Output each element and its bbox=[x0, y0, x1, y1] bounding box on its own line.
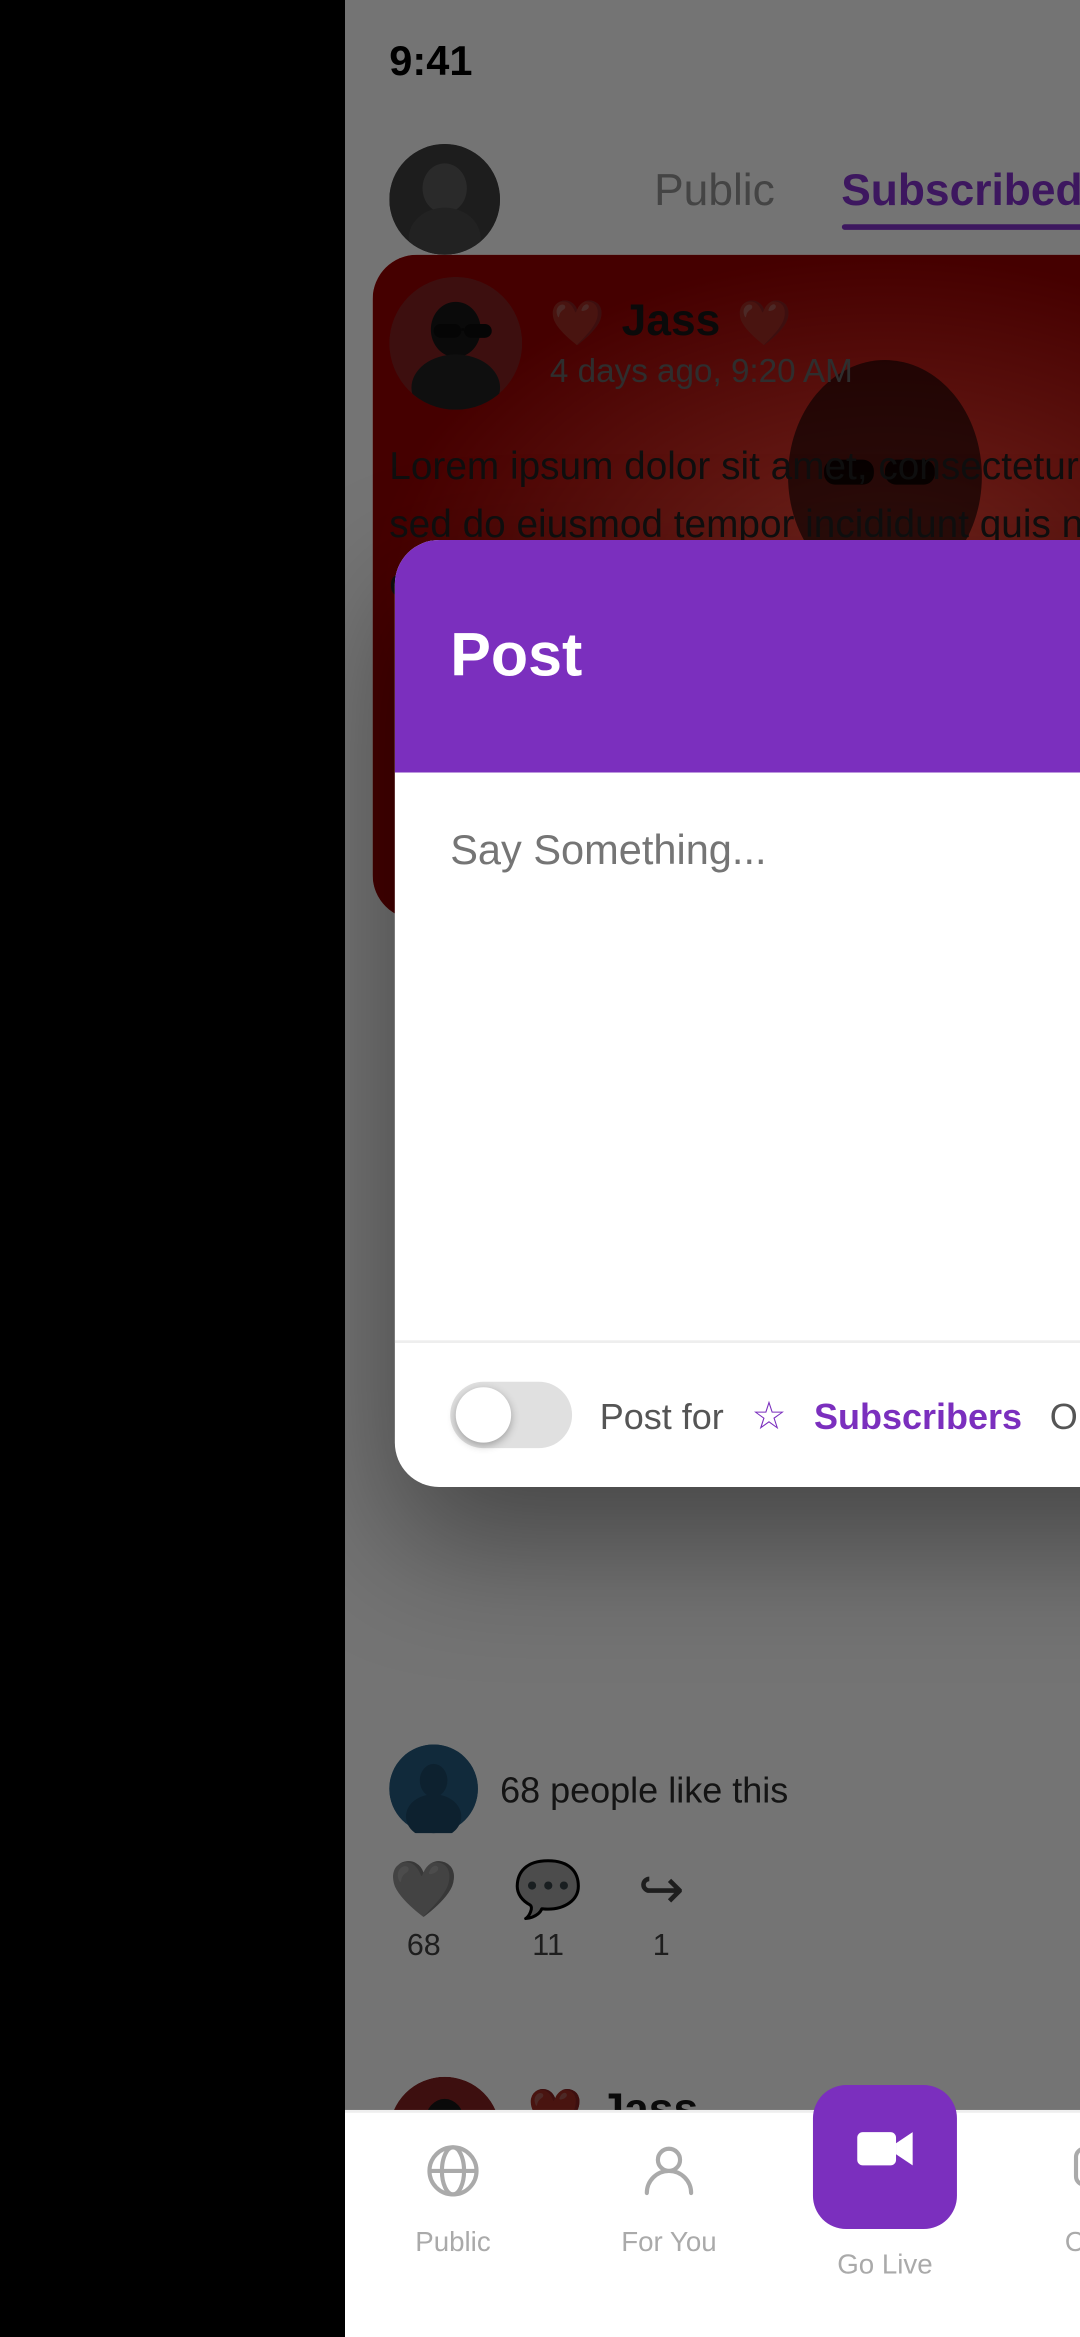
subscribers-toggle[interactable] bbox=[450, 1382, 572, 1448]
nav-chats-label: Chats bbox=[1065, 2229, 1080, 2259]
modal-title: Post bbox=[450, 620, 582, 692]
nav-for-you-label: For You bbox=[621, 2229, 716, 2259]
nav-go-live-label: Go Live bbox=[837, 2251, 932, 2281]
subscribers-label: Subscribers bbox=[814, 1394, 1022, 1436]
modal-footer: Post for ☆ Subscribers Only bbox=[395, 1340, 1080, 1487]
bottom-nav: Public For You Go Live bbox=[345, 2110, 1080, 2337]
nav-public-icon bbox=[423, 2140, 484, 2218]
modal-body bbox=[395, 773, 1080, 1341]
nav-chat-icon bbox=[1070, 2140, 1080, 2218]
nav-public-label: Public bbox=[415, 2229, 490, 2259]
nav-go-live[interactable]: Go Live bbox=[777, 2113, 993, 2282]
star-icon: ☆ bbox=[751, 1391, 786, 1438]
golive-video-icon bbox=[852, 2116, 918, 2199]
nav-person-icon bbox=[639, 2140, 700, 2218]
modal-header: Post ▶ bbox=[395, 540, 1080, 773]
post-for-label: Post for bbox=[600, 1394, 724, 1436]
post-textarea[interactable] bbox=[450, 828, 1080, 1271]
golive-button[interactable] bbox=[813, 2085, 957, 2229]
toggle-thumb bbox=[456, 1387, 511, 1442]
only-label: Only bbox=[1050, 1394, 1080, 1436]
post-modal: Post ▶ bbox=[395, 540, 1080, 1487]
textarea-wrapper bbox=[395, 773, 1080, 1341]
